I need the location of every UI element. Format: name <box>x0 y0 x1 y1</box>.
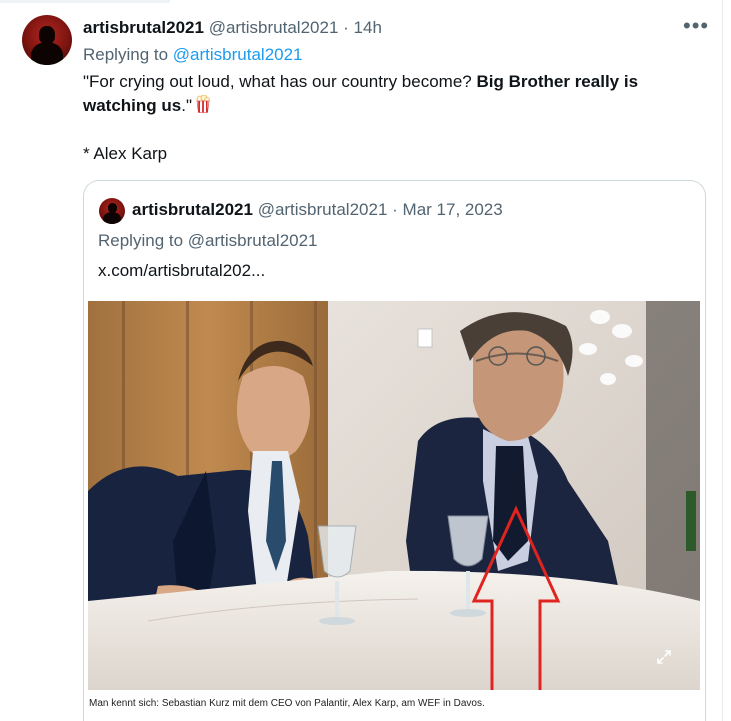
author-avatar[interactable] <box>22 15 72 65</box>
expand-image-icon[interactable] <box>650 643 678 671</box>
quoted-author-name[interactable]: artisbrutal2021 <box>132 200 253 219</box>
timeline-border <box>722 0 723 721</box>
quoted-date[interactable]: Mar 17, 2023 <box>403 200 503 219</box>
quoted-author-avatar[interactable] <box>99 198 125 224</box>
tweet-text-part1: "For crying out loud, what has our count… <box>83 72 477 91</box>
tweet-time[interactable]: 14h <box>354 18 382 37</box>
quoted-author-handle[interactable]: @artisbrutal2021 <box>258 200 388 219</box>
author-handle[interactable]: @artisbrutal2021 <box>209 18 339 37</box>
header-separator: · <box>343 18 349 37</box>
avatar-shoulders-shape <box>31 42 63 65</box>
more-options-icon[interactable]: ••• <box>683 13 709 39</box>
top-strip-highlight <box>0 0 170 3</box>
quoted-replying-to-handle[interactable]: @artisbrutal2021 <box>188 231 318 250</box>
image-caption: Man kennt sich: Sebastian Kurz mit dem C… <box>88 690 700 717</box>
tweet-header: artisbrutal2021 @artisbrutal2021 · 14h <box>83 16 382 40</box>
photo-illustration <box>88 301 700 695</box>
popcorn-icon <box>195 94 211 113</box>
replying-to: Replying to @artisbrutal2021 <box>83 43 303 67</box>
tweet-signature: * Alex Karp <box>83 144 168 163</box>
tweet-text: "For crying out loud, what has our count… <box>83 70 703 118</box>
replying-to-label: Replying to <box>83 45 169 64</box>
quoted-link[interactable]: x.com/artisbrutal202... <box>98 259 265 283</box>
quoted-avatar-shoulders-shape <box>103 212 121 224</box>
quoted-replying-to-label: Replying to <box>98 231 184 250</box>
author-name[interactable]: artisbrutal2021 <box>83 18 204 37</box>
top-strip <box>0 0 731 4</box>
quoted-photo[interactable]: Man kennt sich: Sebastian Kurz mit dem C… <box>88 301 700 717</box>
tweet-text-part2: ." <box>181 96 192 115</box>
quoted-tweet-card[interactable]: artisbrutal2021 @artisbrutal2021 · Mar 1… <box>83 180 706 721</box>
quoted-replying-to: Replying to @artisbrutal2021 <box>98 229 318 253</box>
quoted-header: artisbrutal2021 @artisbrutal2021 · Mar 1… <box>132 198 503 222</box>
replying-to-link[interactable]: @artisbrutal2021 <box>173 45 303 64</box>
quoted-separator: · <box>392 200 398 219</box>
